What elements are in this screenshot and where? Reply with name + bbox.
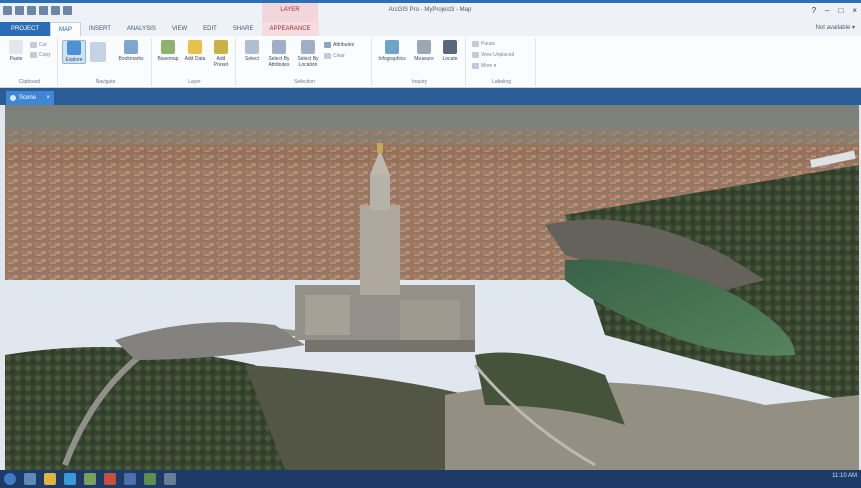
add-preset-button[interactable]: Add Preset — [209, 40, 233, 68]
save-icon[interactable] — [39, 6, 48, 15]
basemap-icon — [161, 40, 175, 54]
minimize-button[interactable]: – — [825, 6, 829, 15]
bookmark-icon — [124, 40, 138, 54]
group-label-inquiry: Inquiry — [411, 79, 427, 85]
undo-icon[interactable] — [51, 6, 60, 15]
taskbar-app-icon[interactable] — [144, 473, 156, 485]
measure-button[interactable]: Measure — [412, 40, 436, 62]
explore-button[interactable]: Explore — [62, 40, 86, 64]
basemap-button[interactable]: Basemap — [156, 40, 180, 62]
close-button[interactable]: × — [852, 6, 857, 15]
clock[interactable]: 11:10 AM — [832, 473, 857, 479]
tab-map[interactable]: MAP — [50, 22, 82, 36]
file-explorer-icon[interactable] — [44, 473, 56, 485]
tab-view[interactable]: VIEW — [164, 22, 195, 36]
maximize-button[interactable]: □ — [838, 6, 843, 15]
system-tray: 11:10 AM — [832, 473, 857, 479]
open-icon[interactable] — [27, 6, 36, 15]
window-title: ArcGIS Pro - MyProject3 - Map — [388, 7, 472, 13]
cut-button[interactable]: Cut — [30, 42, 47, 48]
account-signin[interactable]: Not available ▾ — [816, 24, 855, 31]
ribbon-tabs: PROJECT MAP INSERT ANALYSIS VIEW EDIT SH… — [0, 22, 319, 36]
scene-imagery — [5, 105, 859, 470]
select-button[interactable]: Select — [240, 40, 264, 62]
arcgis-pro-taskbar-icon[interactable] — [124, 473, 136, 485]
globe-icon — [10, 95, 16, 101]
group-label-navigate: Navigate — [95, 79, 116, 85]
tab-appearance[interactable]: APPEARANCE — [261, 22, 319, 36]
tab-analysis[interactable]: ANALYSIS — [119, 22, 164, 36]
more-labeling-button[interactable]: More ▾ — [472, 63, 496, 69]
pause-labeling-button[interactable]: Pause — [472, 41, 495, 47]
select-by-attributes-button[interactable]: Select By Attributes — [265, 40, 293, 68]
quick-access-toolbar — [3, 6, 72, 15]
view-unplaced-icon — [472, 52, 479, 58]
navigation-grid-icon — [90, 42, 106, 62]
add-data-button[interactable]: Add Data — [183, 40, 207, 62]
binoculars-icon — [443, 40, 457, 54]
attributes-button[interactable]: Attributes — [324, 42, 354, 48]
taskbar-app-icon[interactable] — [164, 473, 176, 485]
view-unplaced-button[interactable]: View Unplaced — [472, 52, 514, 58]
start-button-icon[interactable] — [4, 473, 16, 485]
group-label-selection: Selection — [294, 79, 315, 85]
help-button[interactable]: ? — [812, 6, 816, 15]
scene-view-tab[interactable]: Scene × — [6, 91, 54, 105]
inquiry-group: Infographics Measure Locate Inquiry — [374, 38, 466, 86]
add-preset-icon — [214, 40, 228, 54]
title-bar: LAYER ArcGIS Pro - MyProject3 - Map ? – … — [0, 0, 861, 22]
clipboard-group: Paste Cut Copy Clipboard — [2, 38, 58, 86]
view-tab-strip: Scene × — [0, 88, 861, 105]
search-icon[interactable] — [24, 473, 36, 485]
3d-scene-view[interactable] — [5, 105, 859, 470]
cut-icon — [30, 42, 37, 48]
tab-project[interactable]: PROJECT — [0, 22, 50, 36]
select-by-location-icon — [301, 40, 315, 54]
navigate-group: Explore Bookmarks Navigate — [60, 38, 152, 86]
group-label-clipboard: Clipboard — [18, 79, 41, 85]
group-label-labeling: Labeling — [492, 79, 511, 85]
close-view-icon[interactable]: × — [46, 91, 50, 105]
windows-taskbar: 11:10 AM — [0, 470, 861, 488]
explore-icon — [67, 41, 81, 55]
more-icon — [472, 63, 479, 69]
pause-icon — [472, 41, 479, 47]
select-by-location-button[interactable]: Select By Location — [294, 40, 322, 68]
clear-selection-button[interactable]: Clear — [324, 53, 345, 59]
paste-button[interactable]: Paste — [4, 40, 28, 62]
navigator-grid[interactable] — [88, 42, 108, 64]
redo-icon[interactable] — [63, 6, 72, 15]
group-label-layer: Layer — [188, 79, 201, 85]
internet-explorer-icon[interactable] — [64, 473, 76, 485]
app-icon — [3, 6, 12, 15]
bookmarks-button[interactable]: Bookmarks — [116, 40, 146, 62]
taskbar-app-icon[interactable] — [104, 473, 116, 485]
attributes-table-icon — [324, 42, 331, 48]
arcgis-pro-window: LAYER ArcGIS Pro - MyProject3 - Map ? – … — [0, 0, 861, 488]
ribbon: Paste Cut Copy Clipboard Explore Bookmar… — [0, 36, 861, 88]
measure-ruler-icon — [417, 40, 431, 54]
taskbar-app-icon[interactable] — [84, 473, 96, 485]
tab-edit[interactable]: EDIT — [195, 22, 225, 36]
selection-group: Select Select By Attributes Select By Lo… — [238, 38, 372, 86]
locate-button[interactable]: Locate — [438, 40, 462, 62]
paste-icon — [9, 40, 23, 54]
tab-share[interactable]: SHARE — [225, 22, 262, 36]
clear-icon — [324, 53, 331, 59]
ribbon-tab-row: PROJECT MAP INSERT ANALYSIS VIEW EDIT SH… — [0, 22, 861, 36]
window-controls: ? – □ × — [812, 6, 857, 15]
copy-button[interactable]: Copy — [30, 52, 51, 58]
tab-insert[interactable]: INSERT — [81, 22, 119, 36]
contextual-tab-group-layer: LAYER — [262, 3, 318, 22]
labeling-group: Pause View Unplaced More ▾ Labeling — [468, 38, 536, 86]
select-by-attributes-icon — [272, 40, 286, 54]
new-icon[interactable] — [15, 6, 24, 15]
infographics-icon — [385, 40, 399, 54]
infographics-button[interactable]: Infographics — [376, 40, 408, 62]
copy-icon — [30, 52, 37, 58]
add-data-icon — [188, 40, 202, 54]
layer-group: Basemap Add Data Add Preset Layer — [154, 38, 236, 86]
select-cursor-icon — [245, 40, 259, 54]
